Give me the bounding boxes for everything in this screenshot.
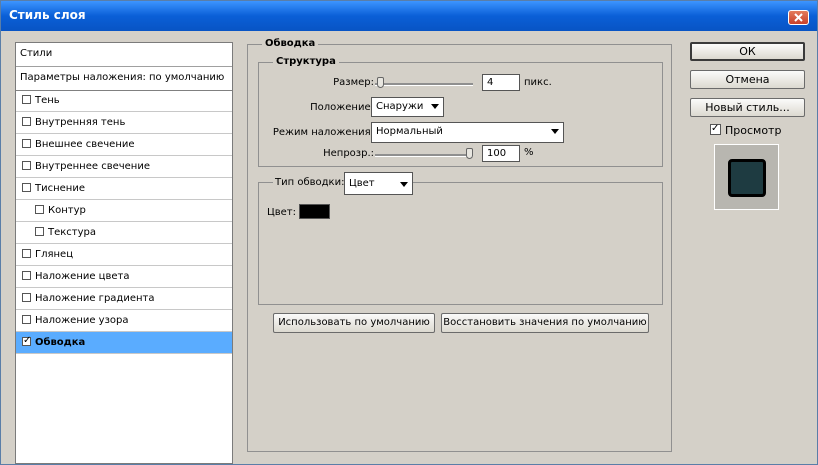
close-icon [794,13,803,22]
style-item-contour[interactable]: Контур [16,200,232,222]
style-item-label: Контур [48,205,86,216]
cancel-button[interactable]: Отмена [690,70,805,89]
style-item-stroke[interactable]: ✓ Обводка [16,332,232,354]
style-item-label: Внешнее свечение [35,139,135,150]
style-item-label: Наложение градиента [35,293,155,304]
stroke-panel: Обводка Структура Размер: 4 пикс. Положе… [247,38,672,452]
style-item-label: Тиснение [35,183,85,194]
preview-checkbox[interactable]: ✓ [710,124,721,135]
style-item-color-overlay[interactable]: Наложение цвета [16,266,232,288]
preview-label: Просмотр [725,124,782,137]
checkbox[interactable] [22,95,31,104]
blend-mode-select[interactable]: Нормальный [371,122,564,143]
blend-mode-label: Режим наложения: [272,127,374,138]
style-item-inner-glow[interactable]: Внутреннее свечение [16,156,232,178]
fill-type-select[interactable]: Цвет [344,172,413,195]
style-item-label: Наложение цвета [35,271,130,282]
stroke-color-swatch[interactable] [299,204,330,219]
size-slider-track[interactable] [375,83,473,86]
chevron-down-icon [551,129,559,134]
make-default-button[interactable]: Использовать по умолчанию [273,313,435,333]
checkbox[interactable]: ✓ [22,335,32,346]
checkbox[interactable] [22,315,31,324]
checkmark-icon: ✓ [711,123,720,134]
position-value: Снаружи [376,101,424,112]
checkbox[interactable] [22,183,31,192]
title-bar[interactable]: Стиль слоя [1,1,817,31]
checkbox[interactable] [22,139,31,148]
panel-title: Обводка [262,38,319,49]
checkbox[interactable] [22,117,31,126]
style-item-label: Текстура [48,227,97,238]
checkbox[interactable] [22,161,31,170]
checkbox[interactable] [22,293,31,302]
fill-type-group: Тип обводки: Цвет Цвет: [258,172,663,305]
checkbox[interactable] [35,205,44,214]
style-item-gradient-overlay[interactable]: Наложение градиента [16,288,232,310]
style-item-label: Обводка [35,337,86,348]
blend-mode-value: Нормальный [376,126,443,137]
opacity-input[interactable]: 100 [482,145,520,162]
styles-header[interactable]: Стили [16,43,232,67]
opacity-slider-track[interactable] [375,154,473,157]
opacity-unit: % [524,147,534,158]
style-item-label: Тень [35,95,60,106]
style-item-texture[interactable]: Текстура [16,222,232,244]
reset-to-default-button[interactable]: Восстановить значения по умолчанию [441,313,649,333]
ok-button[interactable]: ОК [690,42,805,61]
style-item-label: Внутреннее свечение [35,161,150,172]
fill-type-label: Тип обводки: [273,177,347,188]
style-preview [714,144,779,210]
style-item-bevel-emboss[interactable]: Тиснение [16,178,232,200]
new-style-button[interactable]: Новый стиль... [690,98,805,117]
fill-type-value: Цвет [349,178,375,189]
window-title: Стиль слоя [9,8,86,22]
structure-title: Структура [273,56,339,67]
opacity-label: Непрозр.: [323,148,374,159]
styles-list: Стили Параметры наложения: по умолчанию … [15,42,233,464]
style-item-satin[interactable]: Глянец [16,244,232,266]
style-item-pattern-overlay[interactable]: Наложение узора [16,310,232,332]
chevron-down-icon [400,182,408,187]
style-item-label: Глянец [35,249,74,260]
dialog-body: Стили Параметры наложения: по умолчанию … [1,31,817,464]
chevron-down-icon [431,104,439,109]
layer-style-dialog: Стиль слоя Стили Параметры наложения: по… [0,0,818,465]
blending-options-item[interactable]: Параметры наложения: по умолчанию [16,67,232,91]
size-unit: пикс. [524,77,552,88]
checkbox[interactable] [35,227,44,236]
styles-header-label: Стили [20,48,53,59]
checkbox[interactable] [22,249,31,258]
preview-swatch [728,159,766,197]
size-input[interactable]: 4 [482,74,520,91]
color-label: Цвет: [267,207,297,218]
close-button[interactable] [788,10,809,25]
checkmark-icon: ✓ [23,335,32,346]
opacity-slider-thumb[interactable] [466,148,473,159]
size-slider-thumb[interactable] [376,77,384,88]
style-item-label: Внутренняя тень [35,117,126,128]
position-select[interactable]: Снаружи [371,97,444,117]
checkbox[interactable] [22,271,31,280]
structure-group: Структура Размер: 4 пикс. Положение: Сна… [258,56,663,167]
style-item-inner-shadow[interactable]: Внутренняя тень [16,112,232,134]
style-item-drop-shadow[interactable]: Тень [16,90,232,112]
size-label: Размер: [333,77,374,88]
blending-options-label: Параметры наложения: по умолчанию [20,72,225,83]
style-item-label: Наложение узора [35,315,129,326]
position-label: Положение: [310,102,374,113]
style-item-outer-glow[interactable]: Внешнее свечение [16,134,232,156]
